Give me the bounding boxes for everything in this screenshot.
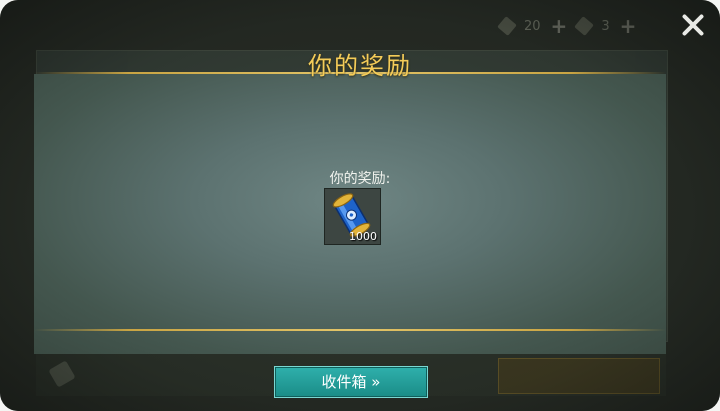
modal-title: 你的奖励 bbox=[308, 52, 412, 80]
close-button[interactable] bbox=[680, 12, 706, 38]
game-screen: 20 + 3 + 你的奖励 你的奖励: bbox=[0, 0, 720, 411]
modal-bottom-border bbox=[34, 329, 666, 331]
reward-label: 你的奖励: bbox=[329, 171, 391, 187]
collect-to-inbox-button[interactable]: 收件箱 » bbox=[274, 366, 428, 398]
reward-quantity: 1000 bbox=[349, 230, 377, 243]
reward-item-slot[interactable]: 1000 bbox=[324, 188, 381, 245]
